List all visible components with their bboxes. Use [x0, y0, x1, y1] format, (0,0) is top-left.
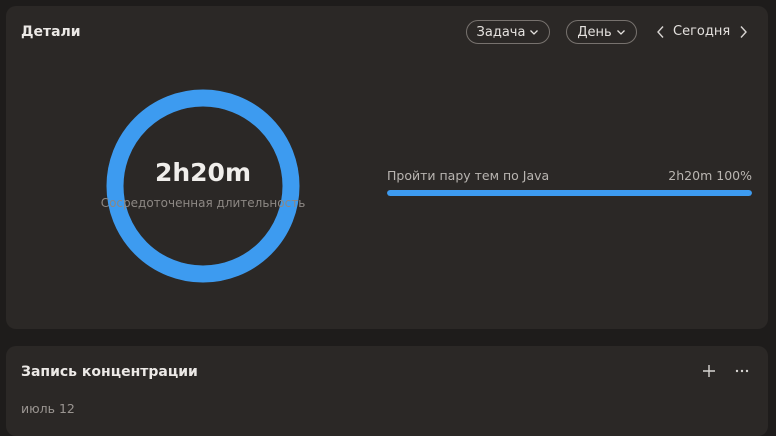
chevron-down-icon	[530, 30, 539, 35]
task-filter-label: Задача	[476, 24, 526, 40]
chevron-left-icon	[657, 26, 664, 38]
previous-period-button[interactable]	[654, 24, 668, 40]
next-period-button[interactable]	[736, 24, 750, 40]
chevron-down-icon	[616, 30, 625, 35]
task-duration: 2h20m	[668, 168, 713, 183]
current-period-label: Сегодня	[673, 24, 731, 39]
plus-icon	[703, 365, 715, 377]
total-focus-duration: 2h20m	[154, 158, 252, 187]
details-title: Детали	[21, 24, 81, 40]
task-progress-fill	[387, 190, 752, 196]
more-options-button[interactable]	[731, 360, 753, 382]
details-card: Детали Задача День Сегодня 2h20m Сосредо…	[6, 6, 768, 329]
chevron-right-icon	[740, 26, 747, 38]
task-stats: 2h20m 100%	[668, 168, 752, 183]
task-percent: 100%	[716, 168, 752, 183]
focus-duration-ring: 2h20m Сосредоточенная длительность	[99, 82, 307, 290]
focus-duration-caption: Сосредоточенная длительность	[100, 196, 306, 210]
task-name: Пройти пару тем по Java	[387, 168, 550, 183]
task-filter-dropdown[interactable]: Задача	[466, 20, 550, 44]
ellipsis-icon	[735, 369, 749, 373]
focus-log-card: Запись концентрации июль 12	[6, 346, 768, 436]
task-progress-track	[387, 190, 752, 196]
period-filter-label: День	[577, 24, 612, 40]
add-focus-record-button[interactable]	[698, 360, 720, 382]
focus-log-title: Запись концентрации	[21, 364, 198, 380]
focus-log-date: июль 12	[21, 401, 75, 416]
period-filter-dropdown[interactable]: День	[566, 20, 637, 44]
